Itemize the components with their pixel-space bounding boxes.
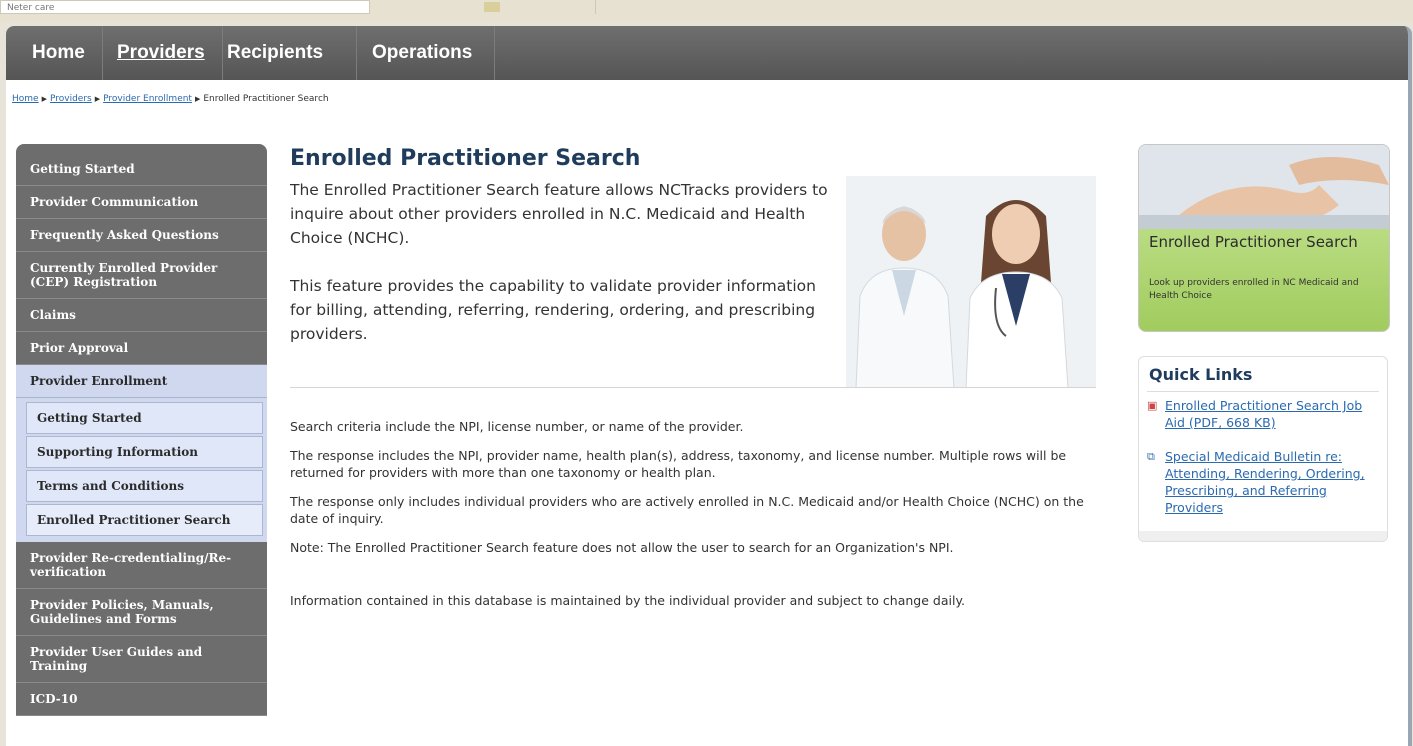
toolbar-icon[interactable] [484, 2, 500, 12]
quick-link-special-bulletin[interactable]: Special Medicaid Bulletin re: Attending,… [1165, 448, 1383, 516]
sidebar-item-provider-communication[interactable]: Provider Communication [16, 186, 267, 219]
sidebar-item-getting-started[interactable]: Getting Started [16, 144, 267, 186]
sidebar-item-policies-manuals[interactable]: Provider Policies, Manuals, Guidelines a… [16, 589, 267, 636]
nav-divider [494, 26, 495, 80]
chevron-right-icon: ▶ [94, 95, 101, 103]
toolbar-divider [595, 0, 596, 14]
quick-links-title: Quick Links [1149, 365, 1253, 384]
doctors-illustration [846, 176, 1096, 388]
description-paragraph: The response includes the NPI, provider … [290, 448, 1067, 480]
intro-paragraph: This feature provides the capability to … [290, 277, 816, 343]
promo-title: Enrolled Practitioner Search [1149, 233, 1358, 251]
breadcrumb-current: Enrolled Practitioner Search [203, 94, 329, 104]
nav-divider [222, 26, 223, 80]
quick-link-job-aid[interactable]: Enrolled Practitioner Search Job Aid (PD… [1165, 397, 1383, 431]
sidebar-item-user-guides[interactable]: Provider User Guides and Training [16, 636, 267, 683]
sidebar-item-cep-registration[interactable]: Currently Enrolled Provider (CEP) Regist… [16, 252, 267, 299]
sidebar-item-icd-10[interactable]: ICD-10 [16, 683, 267, 716]
sidebar-subitem-terms-and-conditions[interactable]: Terms and Conditions [26, 470, 263, 502]
address-field[interactable]: Neter care [0, 0, 370, 14]
description-paragraph: The response only includes individual pr… [290, 494, 1084, 526]
quick-links-divider [1147, 391, 1379, 392]
breadcrumb-providers[interactable]: Providers [50, 94, 92, 104]
top-nav: Home Providers Recipients Operations [6, 26, 1408, 80]
note-paragraph: Note: The Enrolled Practitioner Search f… [290, 540, 954, 555]
intro-text: The Enrolled Practitioner Search feature… [290, 178, 830, 370]
sidebar-submenu: Getting Started Supporting Information T… [16, 398, 267, 542]
description-paragraph: Search criteria include the NPI, license… [290, 419, 744, 434]
promo-description: Look up providers enrolled in NC Medicai… [1149, 278, 1359, 301]
nav-divider [356, 26, 357, 80]
sidebar-subitem-supporting-information[interactable]: Supporting Information [26, 436, 263, 468]
nav-recipients[interactable]: Recipients [227, 26, 323, 80]
sidebar-item-provider-enrollment[interactable]: Provider Enrollment [16, 365, 267, 398]
page-frame: Home Providers Recipients Operations Hom… [6, 26, 1412, 746]
chevron-right-icon: ▶ [41, 95, 47, 103]
nav-home[interactable]: Home [32, 26, 85, 80]
page-title: Enrolled Practitioner Search [290, 146, 641, 171]
quick-links-footer [1139, 531, 1387, 541]
promo-card[interactable]: Enrolled Practitioner Search Look up pro… [1138, 144, 1390, 332]
disclaimer-paragraph: Information contained in this database i… [290, 593, 966, 608]
description-text: Search criteria include the NPI, license… [290, 418, 1110, 621]
sidebar-subitem-enrolled-practitioner-search[interactable]: Enrolled Practitioner Search [26, 504, 263, 536]
sidebar-item-faq[interactable]: Frequently Asked Questions [16, 219, 267, 252]
pdf-icon: ▣ [1147, 399, 1158, 412]
nav-divider [102, 26, 103, 80]
doctors-image [846, 176, 1096, 388]
external-link-icon: ⧉ [1147, 450, 1155, 463]
chevron-right-icon: ▶ [194, 95, 201, 103]
sidebar-item-prior-approval[interactable]: Prior Approval [16, 332, 267, 365]
browser-chrome: Neter care [0, 0, 1413, 22]
breadcrumb: Home ▶ Providers ▶ Provider Enrollment ▶ Enrol… [12, 94, 329, 104]
nav-operations[interactable]: Operations [372, 26, 472, 80]
quick-links-panel: Quick Links ▣ Enrolled Practitioner Sear… [1138, 356, 1388, 542]
sidebar-item-claims[interactable]: Claims [16, 299, 267, 332]
breadcrumb-home[interactable]: Home [12, 94, 39, 104]
sidebar: Getting Started Provider Communication F… [16, 144, 267, 716]
nav-providers[interactable]: Providers [117, 26, 205, 80]
breadcrumb-provider-enrollment[interactable]: Provider Enrollment [103, 94, 192, 104]
sidebar-item-recredentialing[interactable]: Provider Re-credentialing/Re-verificatio… [16, 542, 267, 589]
sidebar-subitem-getting-started[interactable]: Getting Started [26, 402, 263, 434]
section-divider [290, 387, 1096, 388]
intro-paragraph: The Enrolled Practitioner Search feature… [290, 181, 828, 247]
typing-hands-illustration [1139, 145, 1389, 235]
